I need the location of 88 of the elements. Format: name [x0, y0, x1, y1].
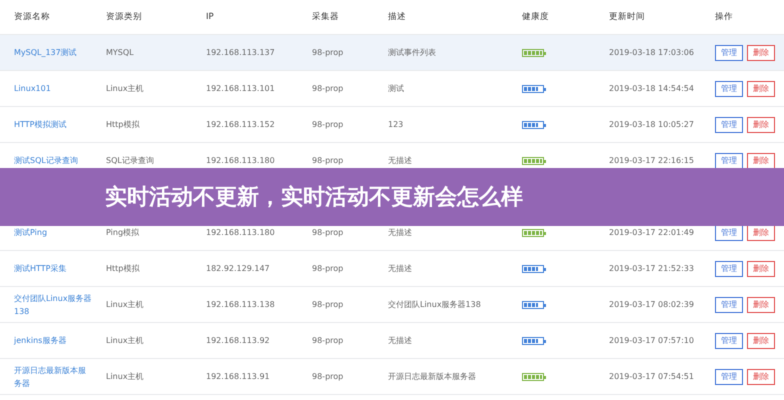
battery-icon [522, 372, 544, 380]
table-cell-text: 98-prop [312, 371, 344, 383]
table-cell-text: 192.168.113.92 [206, 335, 270, 347]
table-cell-text: 192.168.113.138 [206, 299, 275, 311]
manage-button[interactable]: 管理 [715, 116, 743, 132]
table-cell-text: 192.168.113.180 [206, 227, 275, 239]
delete-button[interactable]: 删除 [747, 296, 775, 312]
table-cell-text: 192.168.113.180 [206, 155, 275, 167]
battery-icon [522, 84, 544, 92]
table-cell-text: 98-prop [312, 263, 344, 275]
table-cell-text: 192.168.113.137 [206, 47, 275, 59]
table-cell-text: 98-prop [312, 119, 344, 131]
column-header: 操作 [715, 10, 733, 24]
table-cell-text: 无描述 [388, 227, 412, 239]
manage-button[interactable]: 管理 [715, 332, 743, 348]
table-cell-text: SQL记录查询 [106, 155, 154, 167]
table-cell-text: Http模拟 [106, 119, 140, 131]
resource-link[interactable]: HTTP模拟测试 [14, 118, 66, 131]
manage-button[interactable]: 管理 [715, 260, 743, 276]
table-cell-text: 2019-03-17 08:02:39 [609, 299, 694, 311]
table-cell-text: 98-prop [312, 47, 344, 59]
table-cell-text: 182.92.129.147 [206, 263, 270, 275]
table-cell-text: Linux主机 [106, 335, 144, 347]
table-cell-text: 98-prop [312, 83, 344, 95]
table-cell-text: 无描述 [388, 263, 412, 275]
table-cell-text: 98-prop [312, 335, 344, 347]
resource-link[interactable]: 测试HTTP采集 [14, 262, 66, 275]
delete-button[interactable]: 删除 [747, 260, 775, 276]
battery-icon [522, 300, 544, 308]
table-cell-text: Linux主机 [106, 299, 144, 311]
resource-link[interactable]: 测试SQL记录查询 [14, 154, 78, 167]
resource-link[interactable]: jenkins服务器 [14, 334, 66, 347]
column-header: 更新时间 [609, 10, 645, 24]
column-header: 采集器 [312, 10, 339, 24]
table-cell-text: 无描述 [388, 335, 412, 347]
delete-button[interactable]: 删除 [747, 152, 775, 168]
table-cell-text: 测试事件列表 [388, 47, 436, 59]
table-cell-text: 2019-03-17 07:54:51 [609, 371, 694, 383]
table-cell-text: 开源日志最新版本服务器 [388, 371, 476, 383]
resource-link[interactable]: MySQL_137测试 [14, 46, 77, 59]
column-header: 资源类别 [106, 10, 142, 24]
manage-button[interactable]: 管理 [715, 368, 743, 384]
resource-link[interactable]: Linux101 [14, 82, 51, 95]
column-header: 健康度 [522, 10, 549, 24]
table-cell-text: 192.168.113.101 [206, 83, 275, 95]
table-cell-text: 2019-03-18 17:03:06 [609, 47, 694, 59]
battery-icon [522, 120, 544, 128]
table-cell-text: 2019-03-18 14:54:54 [609, 83, 694, 95]
table-cell-text: 123 [388, 119, 404, 131]
delete-button[interactable]: 删除 [747, 332, 775, 348]
manage-button[interactable]: 管理 [715, 44, 743, 60]
table-cell-text: 2019-03-17 07:57:10 [609, 335, 694, 347]
table-cell-text: 2019-03-17 22:16:15 [609, 155, 694, 167]
battery-icon [522, 336, 544, 344]
column-header: 描述 [388, 10, 406, 24]
delete-button[interactable]: 删除 [747, 368, 775, 384]
manage-button[interactable]: 管理 [715, 152, 743, 168]
table-cell-text: 2019-03-17 22:01:49 [609, 227, 694, 239]
resource-link[interactable]: 测试Ping [14, 226, 48, 239]
table-cell-text: 测试 [388, 83, 404, 95]
table-cell-text: 98-prop [312, 227, 344, 239]
battery-icon [522, 228, 544, 236]
table-cell-text: 2019-03-18 10:05:27 [609, 119, 694, 131]
table-cell-text: 交付团队Linux服务器138 [388, 299, 481, 311]
title-banner: 实时活动不更新，实时活动不更新会怎么样 [0, 168, 784, 226]
table-cell-text: 192.168.113.91 [206, 371, 270, 383]
delete-button[interactable]: 删除 [747, 44, 775, 60]
table-cell-text: Http模拟 [106, 263, 140, 275]
manage-button[interactable]: 管理 [715, 80, 743, 96]
table-cell-text: 98-prop [312, 299, 344, 311]
delete-button[interactable]: 删除 [747, 80, 775, 96]
table-cell-text: 98-prop [312, 155, 344, 167]
table-cell-text: 无描述 [388, 155, 412, 167]
table-cell-text: Linux主机 [106, 83, 144, 95]
battery-icon [522, 48, 544, 56]
battery-icon [522, 156, 544, 164]
resource-link[interactable]: 开源日志最新版本服务器 [14, 364, 92, 390]
table-cell-text: 192.168.113.152 [206, 119, 275, 131]
delete-button[interactable]: 删除 [747, 116, 775, 132]
resource-link[interactable]: 交付团队Linux服务器138 [14, 292, 92, 318]
column-header: IP [206, 10, 214, 24]
table-cell-text: 2019-03-17 21:52:33 [609, 263, 694, 275]
manage-button[interactable]: 管理 [715, 296, 743, 312]
table-cell-text: MYSQL [106, 47, 134, 59]
table-cell-text: Linux主机 [106, 371, 144, 383]
column-header: 资源名称 [14, 10, 50, 24]
battery-icon [522, 264, 544, 272]
table-cell-text: Ping模拟 [106, 227, 140, 239]
